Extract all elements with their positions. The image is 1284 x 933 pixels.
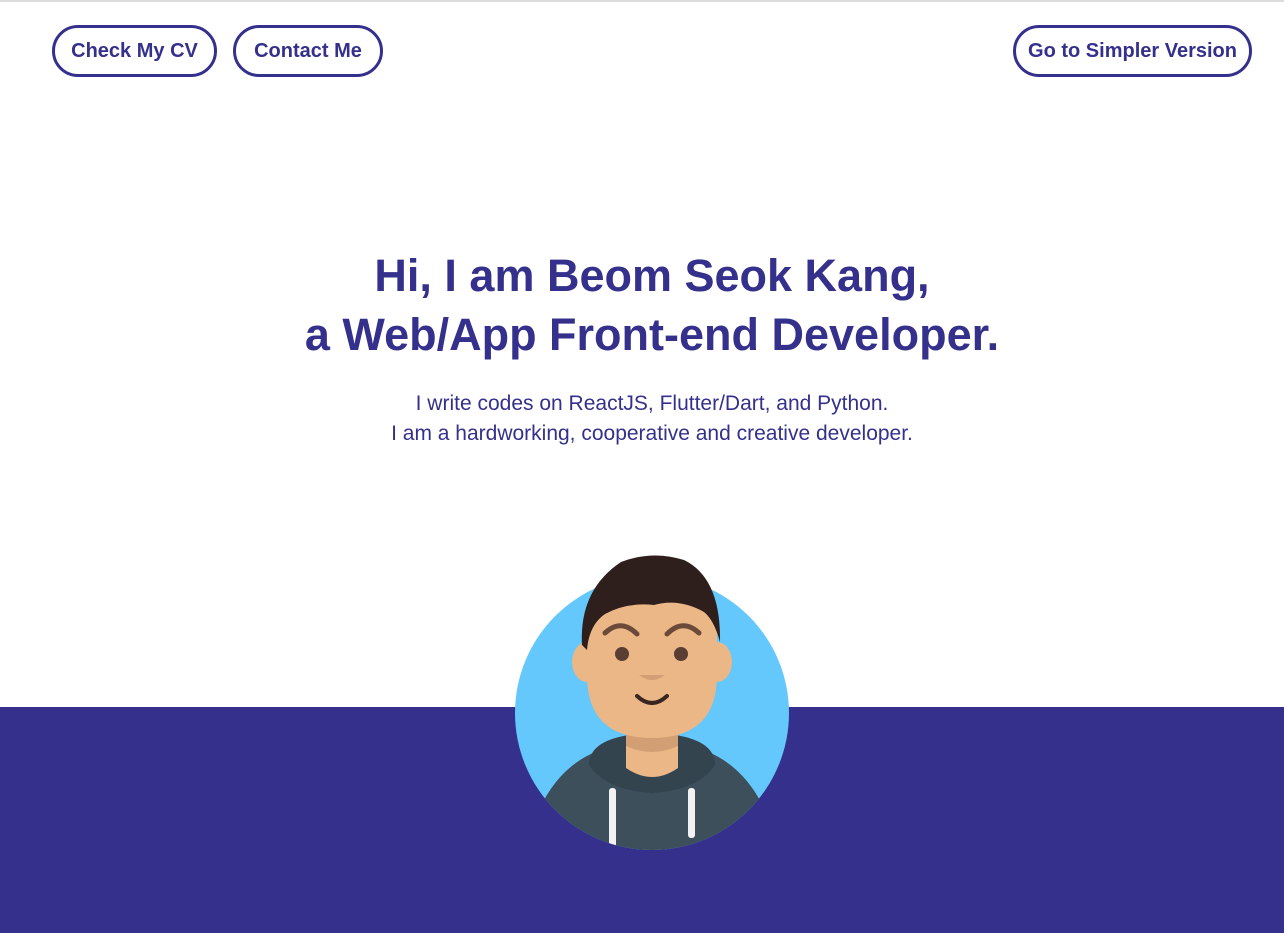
hero-subtitle-line-1: I write codes on ReactJS, Flutter/Dart, … (415, 392, 889, 415)
check-cv-button[interactable]: Check My CV (52, 25, 217, 77)
contact-me-button[interactable]: Contact Me (233, 25, 383, 77)
developer-avatar-icon (515, 555, 789, 850)
hero-title: Hi, I am Beom Seok Kang, a Web/App Front… (0, 246, 1284, 364)
hero-title-line-1: Hi, I am Beom Seok Kang, (374, 250, 930, 301)
simpler-version-button[interactable]: Go to Simpler Version (1013, 25, 1252, 77)
portfolio-page: Check My CV Contact Me Go to Simpler Ver… (0, 0, 1284, 933)
hero-subtitle-line-2: I am a hardworking, cooperative and crea… (391, 422, 913, 445)
hero-title-line-2: a Web/App Front-end Developer. (304, 309, 1000, 360)
hero-subtitle: I write codes on ReactJS, Flutter/Dart, … (0, 389, 1284, 449)
top-divider (0, 0, 1284, 2)
